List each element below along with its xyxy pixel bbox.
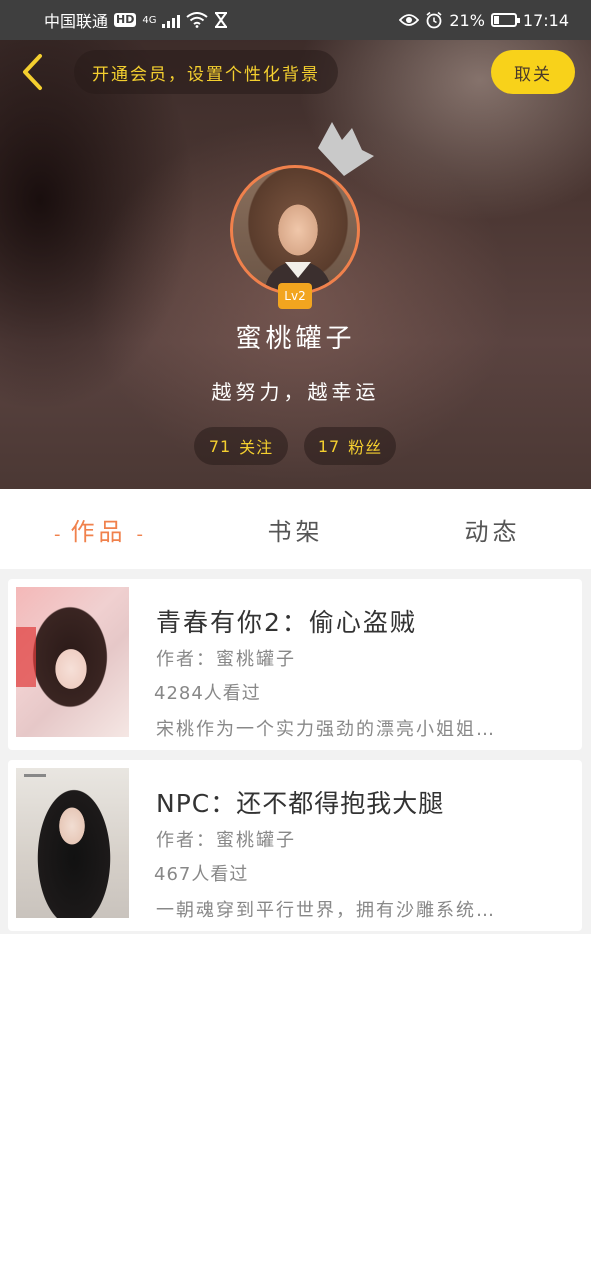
back-button[interactable]: [14, 52, 50, 92]
nickname: 蜜桃罐子: [235, 324, 356, 354]
unfollow-label: 取关: [514, 64, 552, 85]
list-item[interactable]: NPC：还不都得抱我大腿 作者：蜜桃罐子 467人看过 一朝魂穿到平行世界，拥有…: [8, 760, 582, 931]
tab-works[interactable]: - 作品 -: [0, 512, 197, 547]
status-bar: 中国联通 HD 4G 21% 17:14: [0, 0, 591, 40]
hd-icon: HD: [114, 13, 137, 27]
fans-count: 17: [317, 436, 341, 456]
clock: 17:14: [522, 10, 569, 30]
battery-percent: 21%: [449, 10, 485, 30]
profile-header: 中国联通 HD 4G 21% 17:14 开通会员，设置个性化背景 取关 Lv2…: [0, 0, 591, 489]
book-cover: [16, 768, 129, 918]
work-description: 宋桃作为一个实力强劲的漂亮小姐姐…: [156, 719, 496, 740]
back-arrow-icon: [23, 54, 42, 90]
fans-stat[interactable]: 17 粉丝: [304, 427, 396, 465]
tab-activity-label: 动态: [464, 517, 521, 546]
vip-promo-text: 开通会员，设置个性化背景: [92, 64, 320, 85]
profile-tabs: - 作品 - 书架 动态: [0, 489, 591, 569]
book-cover: [16, 587, 129, 737]
eye-icon: [399, 14, 420, 26]
battery-icon: [490, 13, 520, 27]
following-label: 关注: [239, 438, 274, 457]
work-views: 467人看过: [154, 864, 249, 885]
work-views: 4284人看过: [154, 683, 261, 704]
motto: 越努力，越幸运: [211, 380, 380, 404]
network-type: 4G: [142, 14, 157, 26]
tab-bookshelf-label: 书架: [267, 517, 324, 546]
avatar[interactable]: [230, 165, 360, 295]
following-stat[interactable]: 71 关注: [194, 427, 288, 465]
signal-icon: [162, 12, 181, 28]
work-author: 作者：蜜桃罐子: [156, 649, 296, 670]
work-author: 作者：蜜桃罐子: [156, 830, 296, 851]
work-title: 青春有你2：偷心盗贼: [156, 608, 417, 637]
work-description: 一朝魂穿到平行世界，拥有沙雕系统…: [156, 900, 496, 921]
hourglass-icon: [215, 12, 228, 28]
unfollow-button[interactable]: 取关: [491, 50, 575, 94]
wifi-icon: [186, 12, 209, 28]
tab-works-label: 作品: [70, 517, 127, 546]
work-title: NPC：还不都得抱我大腿: [156, 789, 445, 818]
alarm-icon: [426, 11, 442, 29]
tab-bookshelf[interactable]: 书架: [197, 512, 394, 547]
tab-activity[interactable]: 动态: [394, 512, 591, 547]
level-badge: Lv2: [278, 283, 312, 309]
list-item[interactable]: 青春有你2：偷心盗贼 作者：蜜桃罐子 4284人看过 宋桃作为一个实力强劲的漂亮…: [8, 579, 582, 750]
fans-label: 粉丝: [348, 438, 383, 457]
tab-dash-right: -: [136, 523, 144, 545]
carrier-label: 中国联通: [44, 12, 109, 31]
vip-background-promo[interactable]: 开通会员，设置个性化背景: [74, 50, 338, 94]
following-count: 71: [208, 436, 232, 456]
tab-dash-left: -: [54, 523, 61, 545]
